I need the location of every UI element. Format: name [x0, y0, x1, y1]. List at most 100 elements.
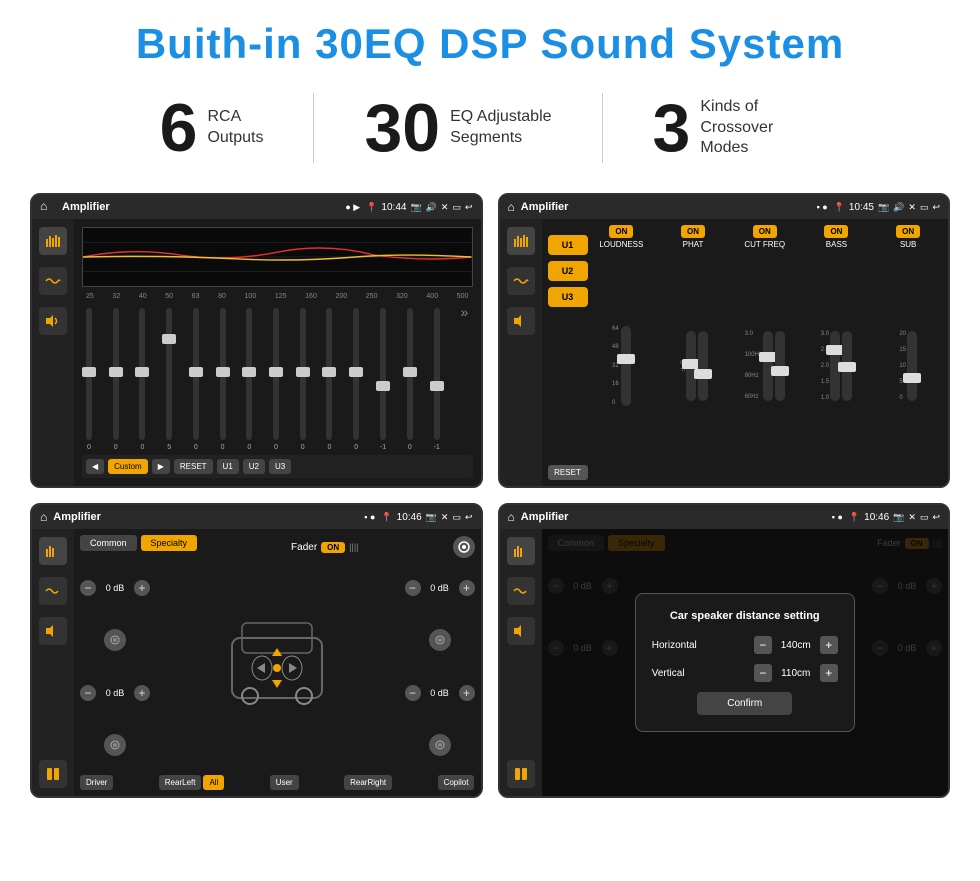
- eq-main-content: 25 32 40 50 63 80 100 125 160 200 250 32…: [74, 219, 481, 486]
- sidebar-icon-3a[interactable]: [39, 537, 67, 565]
- car-diagram-svg: [212, 608, 342, 728]
- db-minus-rl[interactable]: −: [80, 685, 96, 701]
- eq-play-button[interactable]: ▶: [152, 459, 170, 474]
- db-control-fl: − 0 dB +: [80, 580, 150, 596]
- status-time-4: 10:46: [864, 512, 889, 523]
- sidebar-icon-4d[interactable]: [507, 760, 535, 788]
- fader-on-badge[interactable]: ON: [321, 542, 345, 553]
- eq-slider-13[interactable]: -1: [434, 304, 440, 451]
- u1-button[interactable]: U1: [548, 235, 588, 255]
- eq-slider-3[interactable]: 5: [166, 304, 172, 451]
- loudness-slider[interactable]: [621, 326, 631, 406]
- confirm-button[interactable]: Confirm: [697, 692, 792, 715]
- user-button-3[interactable]: User: [270, 775, 299, 790]
- dot-indicator-3: ▪ ●: [364, 512, 375, 522]
- eq-slider-11[interactable]: -1: [380, 304, 386, 451]
- db-plus-rl[interactable]: +: [134, 685, 150, 701]
- eq-u1-button[interactable]: U1: [217, 459, 239, 474]
- db-minus-fr[interactable]: −: [405, 580, 421, 596]
- sidebar-icon-4b[interactable]: [507, 577, 535, 605]
- eq-custom-button[interactable]: Custom: [108, 459, 148, 474]
- sidebar-wave-icon[interactable]: [39, 267, 67, 295]
- fader-label: Fader: [291, 542, 317, 553]
- eq-slider-4[interactable]: 0: [193, 304, 199, 451]
- screen3-title: Amplifier: [53, 511, 358, 523]
- driver-button[interactable]: Driver: [80, 775, 113, 790]
- eq-slider-2[interactable]: 0: [139, 304, 145, 451]
- eq-slider-10[interactable]: 0: [353, 304, 359, 451]
- eq-bottom-bar: ◀ Custom ▶ RESET U1 U2 U3: [82, 455, 473, 478]
- bass-slider-2[interactable]: [842, 331, 852, 401]
- eq-reset-button[interactable]: RESET: [174, 459, 213, 474]
- channel-loudness: ON LOUDNESS 644832160: [588, 225, 656, 480]
- sub-slider[interactable]: [907, 331, 917, 401]
- eq-u2-button[interactable]: U2: [243, 459, 265, 474]
- db-plus-rr[interactable]: +: [459, 685, 475, 701]
- u2-button[interactable]: U2: [548, 261, 588, 281]
- location-icon-2: 📍: [834, 202, 845, 213]
- db-control-fr: − 0 dB +: [405, 580, 475, 596]
- sidebar-volume-icon-2[interactable]: [507, 307, 535, 335]
- all-button[interactable]: All: [203, 775, 224, 790]
- sidebar-icon-4c[interactable]: [507, 617, 535, 645]
- speaker-rr: [429, 734, 451, 756]
- sub-on[interactable]: ON: [896, 225, 920, 238]
- db-plus-fl[interactable]: +: [134, 580, 150, 596]
- db-minus-rr[interactable]: −: [405, 685, 421, 701]
- status-icons-1: 📍 10:44 📷 🔊 ✕ ▭ ↩: [366, 202, 472, 213]
- sidebar-wave-icon-2[interactable]: [507, 267, 535, 295]
- sidebar-icon-3d[interactable]: [39, 760, 67, 788]
- phat-slider-1[interactable]: [686, 331, 696, 401]
- loudness-on[interactable]: ON: [609, 225, 633, 238]
- camera-icon-4: 📷: [893, 512, 904, 523]
- eq-slider-8[interactable]: 0: [300, 304, 306, 451]
- db-minus-fl[interactable]: −: [80, 580, 96, 596]
- amp-channels-content: U1 U2 U3 RESET ON LOUDNESS: [542, 219, 949, 486]
- horizontal-control: − 140cm +: [754, 636, 838, 654]
- eq-slider-12[interactable]: 0: [407, 304, 413, 451]
- copilot-button[interactable]: Copilot: [438, 775, 475, 790]
- screen1-content: 25 32 40 50 63 80 100 125 160 200 250 32…: [32, 219, 481, 486]
- bass-on[interactable]: ON: [824, 225, 848, 238]
- db-plus-fr[interactable]: +: [459, 580, 475, 596]
- eq-slider-0[interactable]: 0: [86, 304, 92, 451]
- sidebar-1: [32, 219, 74, 486]
- eq-slider-5[interactable]: 0: [220, 304, 226, 451]
- common-tab[interactable]: Common: [80, 535, 137, 551]
- stat-label-rca: RCA Outputs: [207, 107, 263, 149]
- sidebar-icon-4a[interactable]: [507, 537, 535, 565]
- vertical-plus[interactable]: +: [820, 664, 838, 682]
- eq-prev-button[interactable]: ◀: [86, 459, 104, 474]
- status-icons-3: 📍 10:46 📷 ✕ ▭ ↩: [381, 512, 472, 523]
- cutfreq-slider-2[interactable]: [775, 331, 785, 401]
- stats-row: 6 RCA Outputs 30 EQ Adjustable Segments …: [30, 93, 950, 163]
- specialty-tab[interactable]: Specialty: [141, 535, 198, 551]
- speaker-icon-2: 🔊: [893, 202, 904, 213]
- phat-on[interactable]: ON: [681, 225, 705, 238]
- rearleft-button[interactable]: RearLeft: [159, 775, 202, 790]
- eq-slider-1[interactable]: 0: [113, 304, 119, 451]
- screen3-content: Common Specialty Fader ON ||||: [32, 529, 481, 796]
- eq-slider-7[interactable]: 0: [273, 304, 279, 451]
- distance-dialog-overlay: Car speaker distance setting Horizontal …: [542, 529, 949, 796]
- horizontal-row: Horizontal − 140cm +: [652, 636, 838, 654]
- eq-slider-9[interactable]: 0: [326, 304, 332, 451]
- sidebar-volume-icon[interactable]: [39, 307, 67, 335]
- u3-button[interactable]: U3: [548, 287, 588, 307]
- horizontal-plus[interactable]: +: [820, 636, 838, 654]
- sidebar-eq-icon-2[interactable]: [507, 227, 535, 255]
- sidebar-eq-icon[interactable]: [39, 227, 67, 255]
- home-icon-1: ⌂: [40, 199, 56, 215]
- reset-button-2[interactable]: RESET: [548, 465, 588, 480]
- phat-slider-2[interactable]: [698, 331, 708, 401]
- cutfreq-on[interactable]: ON: [753, 225, 777, 238]
- eq-slider-6[interactable]: 0: [246, 304, 252, 451]
- horizontal-minus[interactable]: −: [754, 636, 772, 654]
- settings-icon-3[interactable]: [453, 536, 475, 558]
- sidebar-icon-3b[interactable]: [39, 577, 67, 605]
- rearright-button[interactable]: RearRight: [344, 775, 392, 790]
- eq-u3-button[interactable]: U3: [269, 459, 291, 474]
- vertical-minus[interactable]: −: [754, 664, 772, 682]
- screenshots-grid: ⌂ Amplifier ● ▶ 📍 10:44 📷 🔊 ✕ ▭ ↩: [30, 193, 950, 798]
- sidebar-icon-3c[interactable]: [39, 617, 67, 645]
